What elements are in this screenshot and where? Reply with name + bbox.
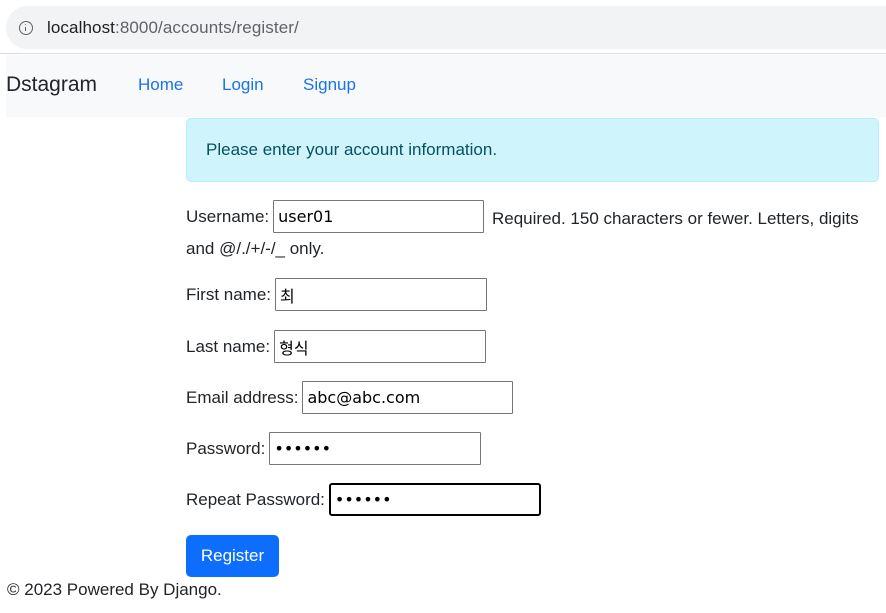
last-name-label: Last name: — [186, 336, 271, 356]
username-input[interactable] — [273, 200, 485, 233]
last-name-row: Last name: — [186, 330, 487, 363]
url-text[interactable]: localhost:8000/accounts/register/ — [47, 18, 299, 38]
nav-link-login[interactable]: Login — [222, 75, 264, 95]
info-alert: Please enter your account information. — [186, 118, 879, 182]
username-label: Username: — [186, 206, 270, 226]
repeat-password-input[interactable] — [328, 483, 541, 516]
info-icon[interactable] — [19, 20, 33, 35]
email-row: Email address: — [186, 381, 514, 414]
register-button[interactable]: Register — [186, 535, 279, 577]
footer-text: © 2023 Powered By Django. — [7, 580, 222, 599]
password-label: Password: — [186, 438, 266, 458]
password-row: Password: — [186, 432, 482, 465]
email-label: Email address: — [186, 387, 299, 407]
username-row: Username: — [186, 200, 485, 233]
last-name-input[interactable] — [274, 330, 487, 363]
repeat-password-label: Repeat Password: — [186, 489, 325, 509]
nav-link-signup[interactable]: Signup — [303, 75, 356, 95]
nav-link-home[interactable]: Home — [138, 75, 183, 95]
brand-logo[interactable]: Dstagram — [6, 73, 97, 97]
first-name-label: First name: — [186, 284, 272, 304]
first-name-row: First name: — [186, 278, 488, 311]
navbar: Dstagram Home Login Signup — [6, 55, 886, 117]
email-input[interactable] — [302, 381, 514, 414]
password-input[interactable] — [269, 432, 482, 465]
address-bar[interactable]: localhost:8000/accounts/register/ — [6, 6, 886, 49]
url-path: :8000/accounts/register/ — [115, 17, 299, 37]
repeat-password-row: Repeat Password: — [186, 483, 541, 516]
alert-message: Please enter your account information. — [206, 140, 498, 159]
first-name-input[interactable] — [275, 278, 488, 311]
browser-toolbar: localhost:8000/accounts/register/ — [0, 0, 886, 54]
url-host: localhost — [47, 17, 115, 37]
